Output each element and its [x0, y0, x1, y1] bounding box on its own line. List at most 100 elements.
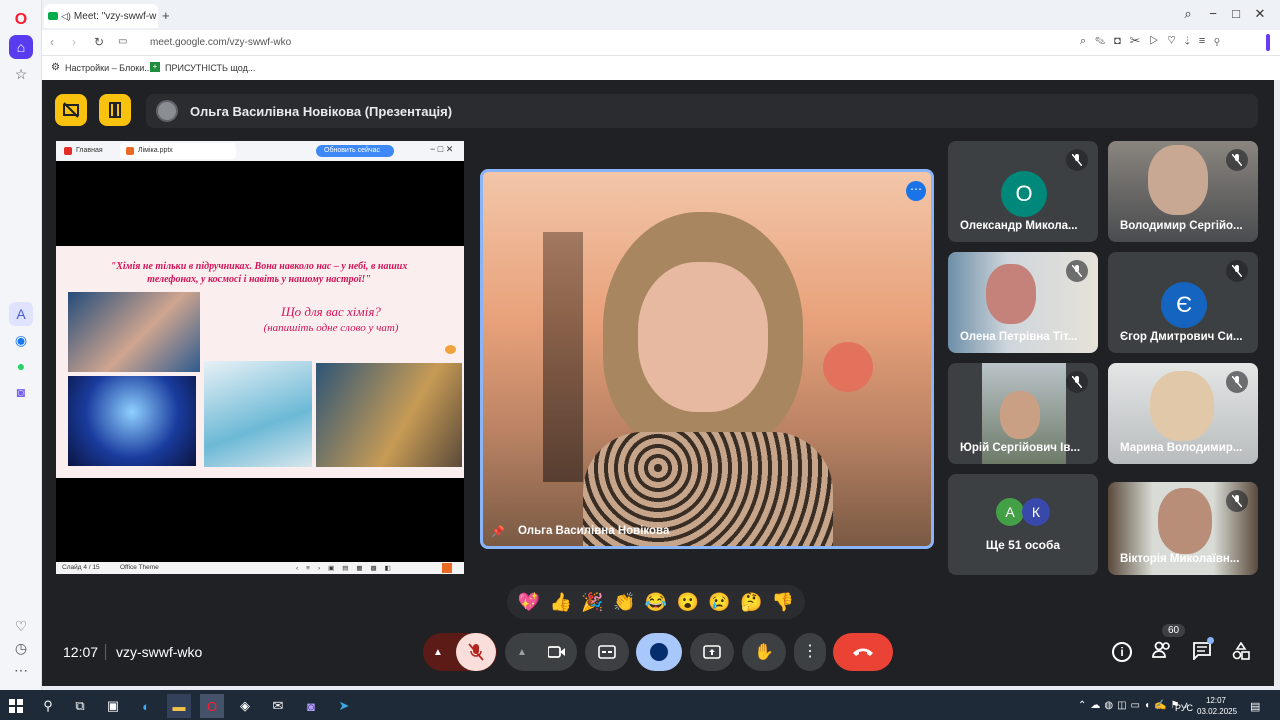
door-icon[interactable]	[99, 94, 131, 126]
store-icon[interactable]: ▣	[101, 694, 125, 718]
reactions-bar: 💖 👍 🎉 👏 😂 😮 😢 🤔 👎	[507, 585, 805, 619]
participant-name: Олександр Микола...	[960, 220, 1078, 232]
clock[interactable]: 12:07 03.02.2025	[1197, 695, 1237, 717]
bookmark-2[interactable]: ПРИСУТНІСТЬ щод...	[165, 63, 255, 73]
participant-tile-4[interactable]: Є Єгор Дмитрович Си...	[1108, 252, 1258, 353]
mic-off-icon	[1066, 371, 1088, 393]
bookmark-1[interactable]: Настройки – Блоки...	[65, 63, 152, 73]
more-options-icon[interactable]: ⋯	[906, 181, 926, 201]
reaction-sparkle-heart[interactable]: 💖	[518, 592, 540, 613]
eiffel-tower-bg	[543, 232, 583, 482]
clock-time: 12:07	[1205, 696, 1227, 705]
participant-tile-2[interactable]: Володимир Сергійо...	[1108, 141, 1258, 242]
more-dots-icon[interactable]: ⋯	[9, 658, 33, 682]
site-info-icon[interactable]: ▭	[118, 36, 127, 47]
reactions-button[interactable]	[636, 633, 682, 671]
reaction-party[interactable]: 🎉	[581, 592, 603, 613]
participant-tile-5[interactable]: Юрій Сергійович Ів...	[948, 363, 1098, 464]
back-icon[interactable]: ‹	[50, 35, 54, 49]
address-tools-icons[interactable]: ⌕✎◘✂▷♡⇣≡⚲	[1080, 35, 1229, 48]
meeting-info-icon[interactable]: i	[1112, 642, 1132, 662]
reaction-surprised[interactable]: 😮	[677, 592, 699, 613]
hand-icon: ✋	[754, 644, 774, 661]
language-indicator[interactable]: РУС	[1175, 703, 1193, 713]
flowers-bg	[823, 342, 873, 392]
reaction-thumbs-up[interactable]: 👍	[549, 592, 571, 613]
microphone-button[interactable]	[456, 633, 496, 671]
participant-name: Олена Петрівна Тіт...	[960, 331, 1078, 343]
participant-tile-3[interactable]: Олена Петрівна Тіт...	[948, 252, 1098, 353]
vertical-dots-icon: ⋮	[802, 643, 818, 660]
slide-image-molecule	[204, 361, 312, 467]
notifications-icon[interactable]: ▤	[1250, 700, 1260, 713]
aria-sidebar-icon[interactable]: A	[9, 302, 33, 326]
file-explorer-icon[interactable]: ▬	[167, 694, 191, 718]
favorites-heart-icon[interactable]: ♡	[9, 614, 33, 638]
mail-icon[interactable]: ✉	[266, 694, 290, 718]
presenter-title: Ольга Василівна Новікова (Презентація)	[190, 103, 453, 119]
close-button[interactable]: ✕	[1250, 6, 1270, 22]
new-tab-button[interactable]: +	[162, 8, 170, 23]
slide-quote: "Хімія не тільки в підручниках. Вона нав…	[110, 261, 408, 285]
captions-icon	[598, 645, 616, 659]
video-face	[1148, 145, 1208, 215]
mic-off-icon	[1066, 149, 1088, 171]
history-clock-icon[interactable]: ◷	[9, 636, 33, 660]
forward-icon[interactable]: ›	[72, 35, 76, 49]
avatar: А	[996, 498, 1024, 526]
viber-taskbar-icon[interactable]: ◙	[299, 694, 323, 718]
maximize-button[interactable]: □	[1226, 6, 1246, 21]
telegram-icon[interactable]: ➤	[332, 694, 356, 718]
mic-off-icon	[1226, 490, 1248, 512]
participant-tile-8[interactable]: Вікторія Миколаївн...	[1108, 482, 1258, 575]
participant-tile-6[interactable]: Марина Володимир...	[1108, 363, 1258, 464]
chat-icon[interactable]	[1193, 642, 1211, 665]
slide-tab-1: Главная	[76, 147, 103, 154]
more-options-button[interactable]: ⋮	[794, 633, 826, 671]
edge-icon[interactable]: ◐	[134, 694, 158, 718]
search-tabs-icon[interactable]: ⌕	[1178, 6, 1198, 22]
opera-taskbar-icon[interactable]: O	[200, 694, 224, 718]
captions-button[interactable]	[585, 633, 629, 671]
video-face	[1150, 371, 1214, 441]
participant-count-badge: 60	[1162, 624, 1186, 637]
viber-icon[interactable]: ◙	[9, 380, 33, 404]
more-participants-tile[interactable]: А К Ще 51 особа	[948, 474, 1098, 575]
reload-icon[interactable]: ↻	[94, 35, 104, 49]
reaction-thinking[interactable]: 🤔	[740, 592, 762, 613]
url-input[interactable]: meet.google.com/vzy-swwf-wko	[150, 37, 291, 48]
raise-hand-button[interactable]: ✋	[742, 633, 786, 671]
leave-call-button[interactable]	[833, 633, 893, 671]
avatar: О	[1001, 171, 1047, 217]
tab-title: Meet: "vzy-swwf-w	[73, 10, 157, 22]
reaction-sad[interactable]: 😢	[708, 592, 730, 613]
task-view-icon[interactable]: ⧉	[68, 694, 92, 718]
search-icon[interactable]: ⚲	[36, 694, 60, 718]
tab-meet[interactable]: ◁) Meet: "vzy-swwf-w	[44, 4, 158, 28]
opera-logo-icon[interactable]: O	[9, 8, 33, 32]
whatsapp-icon[interactable]: ●	[9, 354, 33, 378]
speed-dial-icon[interactable]: ☆	[9, 62, 33, 86]
video-camera-icon	[548, 646, 565, 658]
camera-button[interactable]	[537, 633, 577, 671]
participant-name: Володимир Сергійо...	[1120, 220, 1243, 232]
messenger-icon[interactable]: ◉	[9, 328, 33, 352]
main-speaker-tile[interactable]: ⋯ 📌 Ольга Василівна Новікова	[480, 169, 934, 549]
reaction-thumbs-down[interactable]: 👎	[772, 592, 794, 613]
people-icon[interactable]	[1152, 641, 1172, 664]
minimize-button[interactable]: −	[1203, 6, 1223, 21]
aria-icon[interactable]: ⌂	[9, 35, 33, 59]
presenter-title-bar: Ольга Василівна Новікова (Презентація)	[146, 94, 1258, 128]
slide-status-bar: Слайд 4 / 15 Office Theme ‹≡›▣▤▦▩◧	[56, 562, 464, 574]
pin-icon[interactable]: 📌	[491, 525, 505, 538]
participant-tile-1[interactable]: О Олександр Микола...	[948, 141, 1098, 242]
sidebar-toggle-icon[interactable]	[1266, 34, 1270, 51]
reaction-clap[interactable]: 👏	[613, 592, 635, 613]
activities-icon[interactable]	[1232, 641, 1250, 665]
slide-nav-icons: ‹≡›▣▤▦▩◧	[296, 565, 399, 572]
app-icon[interactable]: ◈	[233, 694, 257, 718]
start-icon[interactable]	[4, 694, 28, 718]
present-button[interactable]	[690, 633, 734, 671]
reaction-laugh[interactable]: 😂	[645, 592, 667, 613]
stop-presenting-icon[interactable]	[55, 94, 87, 126]
